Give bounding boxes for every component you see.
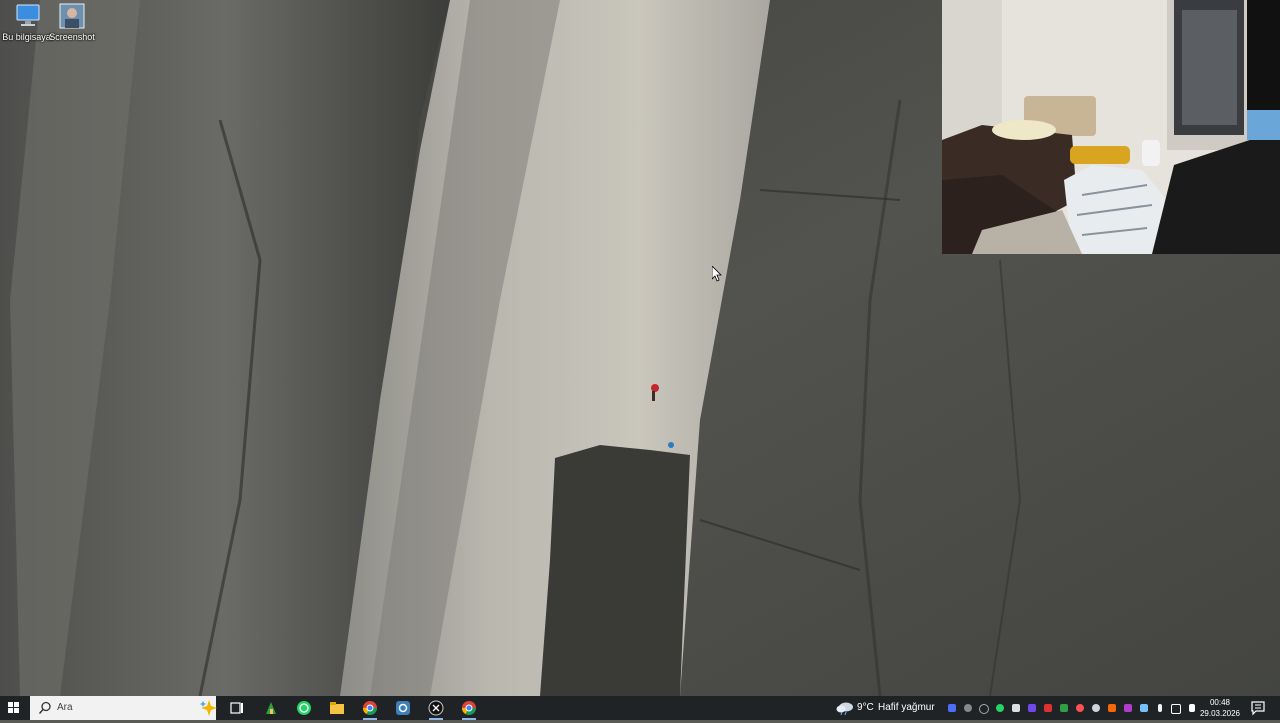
tray-app-icon[interactable] bbox=[1074, 700, 1086, 716]
notification-center-button[interactable] bbox=[1250, 700, 1266, 716]
taskbar-clock[interactable]: 00:48 29.03.2026 bbox=[1196, 697, 1244, 719]
taskbar-app-green[interactable] bbox=[255, 696, 287, 720]
whatsapp-icon bbox=[297, 701, 311, 715]
taskbar-app-chrome[interactable] bbox=[354, 696, 386, 720]
this-pc-icon bbox=[13, 2, 43, 30]
desktop-icon-label: Screenshot bbox=[49, 32, 95, 42]
taskbar: Ara 9°C Hafif yağmur 00:48 29.03.2026 bbox=[0, 696, 1280, 720]
tray-app-icon[interactable] bbox=[1090, 700, 1102, 716]
tray-app-icon[interactable] bbox=[1026, 700, 1038, 716]
folder-icon bbox=[330, 702, 344, 714]
chrome-icon bbox=[363, 701, 377, 715]
task-view-icon bbox=[230, 702, 243, 714]
clock-time: 00:48 bbox=[1209, 698, 1231, 707]
tray-app-icon[interactable] bbox=[1042, 700, 1054, 716]
webcam-feed bbox=[942, 0, 1280, 254]
app-icon bbox=[428, 700, 444, 716]
windows-start-icon bbox=[8, 702, 19, 713]
taskbar-search-box[interactable]: Ara bbox=[30, 696, 217, 720]
search-placeholder: Ara bbox=[57, 702, 73, 713]
tray-app-icon[interactable] bbox=[1122, 700, 1134, 716]
network-icon[interactable] bbox=[1170, 700, 1182, 716]
screenshot-image-icon bbox=[57, 2, 87, 30]
tray-app-icon[interactable] bbox=[1058, 700, 1070, 716]
tray-app-icon[interactable] bbox=[1010, 700, 1022, 716]
task-view-button[interactable] bbox=[221, 696, 253, 720]
tray-app-icon[interactable] bbox=[1138, 700, 1150, 716]
cloud-rain-icon bbox=[836, 702, 853, 715]
taskbar-app-dark[interactable] bbox=[420, 696, 452, 720]
search-icon bbox=[38, 701, 51, 714]
notification-icon bbox=[1251, 701, 1265, 716]
chrome-icon bbox=[462, 701, 476, 715]
mouse-cursor bbox=[711, 265, 722, 282]
taskbar-app-whatsapp[interactable] bbox=[288, 696, 320, 720]
taskbar-app-file-explorer[interactable] bbox=[321, 696, 353, 720]
tray-app-icon[interactable] bbox=[1106, 700, 1118, 716]
tray-app-icon[interactable] bbox=[978, 700, 990, 716]
taskbar-app-chrome-2[interactable] bbox=[453, 696, 485, 720]
weather-temperature: 9°C bbox=[857, 702, 874, 713]
app-icon bbox=[266, 702, 276, 714]
search-highlight-icon bbox=[200, 700, 217, 716]
start-button[interactable] bbox=[0, 696, 28, 720]
tray-app-icon[interactable] bbox=[962, 700, 974, 716]
tray-whatsapp-icon[interactable] bbox=[994, 700, 1006, 716]
taskbar-app-settings[interactable] bbox=[387, 696, 419, 720]
microphone-icon[interactable] bbox=[1154, 700, 1166, 716]
weather-condition: Hafif yağmur bbox=[878, 702, 935, 713]
desktop-icon-screenshot[interactable]: Screenshot bbox=[44, 2, 100, 43]
tray-app-icon[interactable] bbox=[946, 700, 958, 716]
clock-date: 29.03.2026 bbox=[1199, 709, 1241, 718]
gear-app-icon bbox=[396, 701, 410, 715]
